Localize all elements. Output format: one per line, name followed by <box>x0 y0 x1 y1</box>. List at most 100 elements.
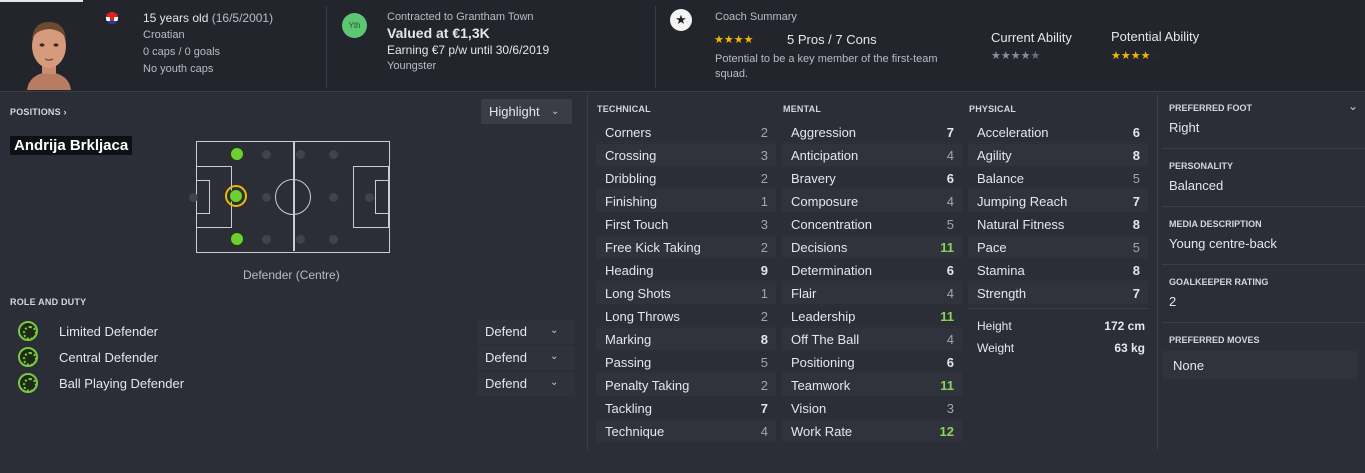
attribute-value: 4 <box>946 332 954 347</box>
attribute-name: Anticipation <box>791 148 859 163</box>
position-dot[interactable] <box>262 150 271 159</box>
divider <box>587 94 588 450</box>
mental-attributes: Aggression 7 Anticipation 4 Bravery 6 Composur… <box>782 121 962 473</box>
attribute-row[interactable]: Jumping Reach 7 <box>968 190 1148 212</box>
player-avatar <box>19 12 79 90</box>
attribute-row[interactable]: Bravery 6 <box>782 167 962 189</box>
attribute-value: 6 <box>946 171 954 186</box>
player-name: Andrija Brkljaca <box>10 136 133 155</box>
attribute-row[interactable]: Passing 5 <box>596 351 776 373</box>
attribute-value: 6 <box>1132 125 1140 140</box>
attribute-row[interactable]: Corners 2 <box>596 121 776 143</box>
attribute-row[interactable]: Acceleration 6 <box>968 121 1148 143</box>
attribute-value: 8 <box>1132 263 1140 278</box>
attribute-row[interactable]: Pace 5 <box>968 236 1148 258</box>
role-label: Limited Defender <box>59 324 158 339</box>
attribute-row[interactable]: Concentration 5 <box>782 213 962 235</box>
attribute-name: Acceleration <box>977 125 1049 140</box>
attribute-value: 2 <box>760 125 768 140</box>
attribute-row[interactable]: Agility 8 <box>968 144 1148 166</box>
attribute-row[interactable]: Long Throws 2 <box>596 305 776 327</box>
attribute-name: Flair <box>791 286 817 301</box>
youngster-badge-icon: Yth <box>342 13 367 38</box>
attribute-name: Marking <box>605 332 652 347</box>
attribute-row[interactable]: Dribbling 2 <box>596 167 776 189</box>
attribute-row[interactable]: Determination 6 <box>782 259 962 281</box>
attribute-name: Teamwork <box>791 378 851 393</box>
player-status: Youngster <box>387 60 437 72</box>
attribute-row[interactable]: Aggression 7 <box>782 121 962 143</box>
attribute-value: 5 <box>1132 171 1140 186</box>
attribute-name: Finishing <box>605 194 658 209</box>
pros-cons[interactable]: 5 Pros / 7 Cons <box>787 32 877 47</box>
preferred-foot-label: PREFERRED FOOT <box>1169 103 1253 113</box>
attribute-name: Corners <box>605 125 652 140</box>
position-dot[interactable] <box>329 150 338 159</box>
attribute-value: 5 <box>1132 240 1140 255</box>
role-row[interactable]: Ball Playing Defender Defend ⌄ <box>15 372 575 396</box>
attribute-value: 2 <box>760 171 768 186</box>
personality-label: PERSONALITY <box>1169 161 1234 171</box>
attribute-row[interactable]: Flair 4 <box>782 282 962 304</box>
attribute-name: Natural Fitness <box>977 217 1065 232</box>
role-row[interactable]: Limited Defender Defend ⌄ <box>15 320 575 344</box>
player-wage: Earning €7 p/w until 30/6/2019 <box>387 43 550 57</box>
position-dot[interactable] <box>329 235 338 244</box>
media-description: MEDIA DESCRIPTION Young centre-back <box>1162 207 1365 265</box>
position-dot-natural[interactable] <box>230 147 244 161</box>
attribute-row[interactable]: First Touch 3 <box>596 213 776 235</box>
attribute-value: 7 <box>946 125 954 140</box>
attribute-value: 5 <box>760 355 768 370</box>
attribute-row[interactable]: Stamina 8 <box>968 259 1148 281</box>
attribute-row[interactable]: Leadership 11 <box>782 305 962 327</box>
attribute-row[interactable]: Balance 5 <box>968 167 1148 189</box>
chevron-down-icon[interactable]: ⌄ <box>1348 99 1358 113</box>
attribute-name: Bravery <box>791 171 836 186</box>
role-row[interactable]: Central Defender Defend ⌄ <box>15 346 575 370</box>
position-dot[interactable] <box>296 235 305 244</box>
attribute-name: Pace <box>977 240 1007 255</box>
attribute-value: 7 <box>1132 286 1140 301</box>
attribute-value: 12 <box>939 424 954 439</box>
position-dot[interactable] <box>296 150 305 159</box>
role-label: Ball Playing Defender <box>59 376 185 391</box>
attribute-row[interactable]: Crossing 3 <box>596 144 776 166</box>
attribute-row[interactable]: Vision 3 <box>782 397 962 419</box>
attribute-value: 4 <box>946 286 954 301</box>
attribute-row[interactable]: Natural Fitness 8 <box>968 213 1148 235</box>
attribute-row[interactable]: Tackling 7 <box>596 397 776 419</box>
position-dot[interactable] <box>329 193 338 202</box>
attribute-row[interactable]: Positioning 6 <box>782 351 962 373</box>
preferred-moves-label: PREFERRED MOVES <box>1169 335 1260 345</box>
attribute-row[interactable]: Off The Ball 4 <box>782 328 962 350</box>
attribute-row[interactable]: Long Shots 1 <box>596 282 776 304</box>
position-dot[interactable] <box>189 193 198 202</box>
weight-value: 63 kg <box>1114 341 1145 355</box>
attribute-row[interactable]: Strength 7 <box>968 282 1148 304</box>
attribute-row[interactable]: Work Rate 12 <box>782 420 962 442</box>
attribute-value: 2 <box>760 309 768 324</box>
highlight-dropdown[interactable]: Highlight ⌄ <box>481 99 572 124</box>
positions-header[interactable]: POSITIONS › <box>10 107 67 117</box>
position-dot[interactable] <box>365 193 374 202</box>
attribute-row[interactable]: Technique 4 <box>596 420 776 442</box>
position-dot-natural[interactable] <box>230 232 244 246</box>
duty-dropdown[interactable]: Defend ⌄ <box>477 320 575 344</box>
attribute-row[interactable]: Free Kick Taking 2 <box>596 236 776 258</box>
chevron-down-icon: ⌄ <box>550 351 559 362</box>
duty-dropdown[interactable]: Defend ⌄ <box>477 372 575 396</box>
attribute-row[interactable]: Penalty Taking 2 <box>596 374 776 396</box>
attribute-value: 6 <box>946 263 954 278</box>
attribute-row[interactable]: Marking 8 <box>596 328 776 350</box>
position-dot[interactable] <box>262 193 271 202</box>
attribute-row[interactable]: Decisions 11 <box>782 236 962 258</box>
attribute-row[interactable]: Anticipation 4 <box>782 144 962 166</box>
attribute-row[interactable]: Finishing 1 <box>596 190 776 212</box>
attribute-row[interactable]: Teamwork 11 <box>782 374 962 396</box>
duty-dropdown[interactable]: Defend ⌄ <box>477 346 575 370</box>
attribute-name: Leadership <box>791 309 856 324</box>
attribute-row[interactable]: Heading 9 <box>596 259 776 281</box>
attribute-row[interactable]: Composure 4 <box>782 190 962 212</box>
position-dot-selected[interactable] <box>229 189 243 203</box>
position-dot[interactable] <box>262 235 271 244</box>
